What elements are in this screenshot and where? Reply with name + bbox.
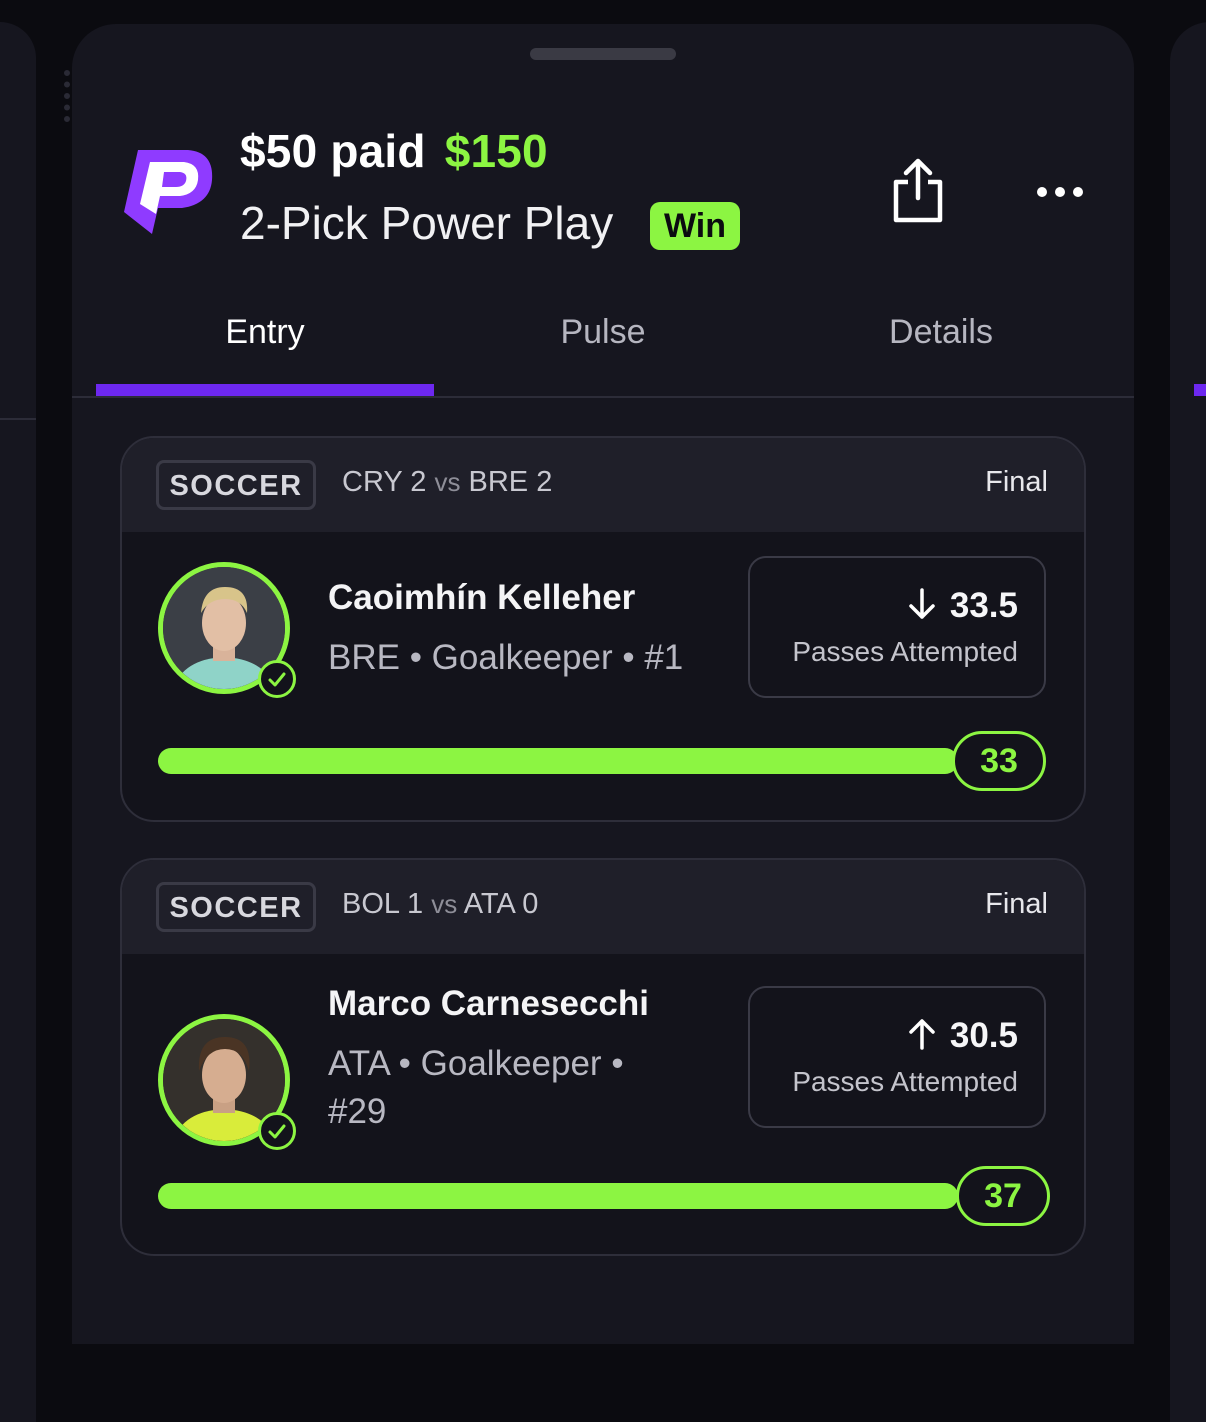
- game-status: Final: [985, 466, 1048, 498]
- pick-card[interactable]: SOCCER CRY 2 vs BRE 2 Final Caoimhín Kel…: [120, 436, 1086, 822]
- entry-title: $50 paid $150: [240, 124, 548, 178]
- vs-label: vs: [434, 467, 461, 497]
- tab-bar: Entry Pulse Details: [96, 304, 1110, 396]
- stat-type: Passes Attempted: [792, 1066, 1018, 1097]
- projection-box: 33.5 Passes Attempted: [748, 556, 1046, 698]
- more-button[interactable]: [1032, 174, 1088, 210]
- away-team: BRE: [468, 466, 529, 498]
- away-team: ATA: [463, 888, 515, 920]
- play-type: 2-Pick Power Play: [240, 197, 614, 249]
- previous-sheet-edge: [0, 22, 36, 1422]
- sport-badge: SOCCER: [156, 882, 316, 932]
- tab-underline-fragment: [1194, 384, 1206, 396]
- game-header: SOCCER CRY 2 vs BRE 2 Final: [122, 438, 1084, 532]
- tab-pulse[interactable]: Pulse: [434, 304, 772, 396]
- home-score: 1: [407, 888, 424, 920]
- result-value: 37: [956, 1166, 1050, 1226]
- share-button[interactable]: [888, 158, 948, 224]
- player-name: Marco Carnesecchi: [328, 984, 649, 1023]
- projection-line: 33.5: [906, 586, 1018, 626]
- projection-box: 30.5 Passes Attempted: [748, 986, 1046, 1128]
- matchup-score: BOL 1 vs ATA 0: [342, 888, 538, 921]
- tab-details[interactable]: Details: [772, 304, 1110, 396]
- more-horizontal-icon: [1037, 187, 1083, 197]
- active-tab-indicator: [96, 384, 434, 396]
- vs-label: vs: [431, 889, 458, 919]
- result-badge: Win: [650, 202, 741, 250]
- game-header: SOCCER BOL 1 vs ATA 0 Final: [122, 860, 1084, 954]
- share-icon: [893, 158, 943, 223]
- check-icon: [258, 1112, 296, 1150]
- next-sheet-edge: [1170, 22, 1206, 1422]
- payout-amount: $150: [444, 125, 548, 177]
- line-value: 33.5: [949, 586, 1018, 625]
- matchup-score: CRY 2 vs BRE 2: [342, 466, 552, 499]
- sheet-grabber[interactable]: [530, 48, 676, 60]
- paid-amount: $50 paid: [240, 125, 426, 177]
- arrow-down-icon: [909, 588, 935, 619]
- game-status: Final: [985, 888, 1048, 920]
- result-value: 33: [952, 731, 1046, 791]
- check-icon: [258, 660, 296, 698]
- progress-bar: [158, 1183, 958, 1209]
- home-score: 2: [410, 466, 427, 498]
- away-score: 0: [522, 888, 539, 920]
- pick-card[interactable]: SOCCER BOL 1 vs ATA 0 Final Marco Carnes…: [120, 858, 1086, 1256]
- sport-badge: SOCCER: [156, 460, 316, 510]
- divider: [0, 418, 36, 420]
- home-team: CRY: [342, 466, 403, 498]
- prizepicks-logo: [124, 150, 213, 234]
- home-team: BOL: [342, 888, 399, 920]
- stat-type: Passes Attempted: [792, 636, 1018, 667]
- progress-bar: [158, 748, 958, 774]
- arrow-up-icon: [909, 1019, 935, 1050]
- tab-entry[interactable]: Entry: [96, 304, 434, 396]
- line-value: 30.5: [949, 1016, 1018, 1055]
- projection-line: 30.5: [906, 1016, 1018, 1056]
- player-meta: ATA • Goalkeeper • #29: [328, 1044, 624, 1131]
- entry-sheet: $50 paid $150 2-Pick Power Play Win Entr…: [72, 24, 1134, 1344]
- away-score: 2: [536, 466, 553, 498]
- tab-divider: [72, 396, 1134, 398]
- player-name: Caoimhín Kelleher: [328, 578, 636, 617]
- player-meta: BRE • Goalkeeper • #1: [328, 638, 684, 677]
